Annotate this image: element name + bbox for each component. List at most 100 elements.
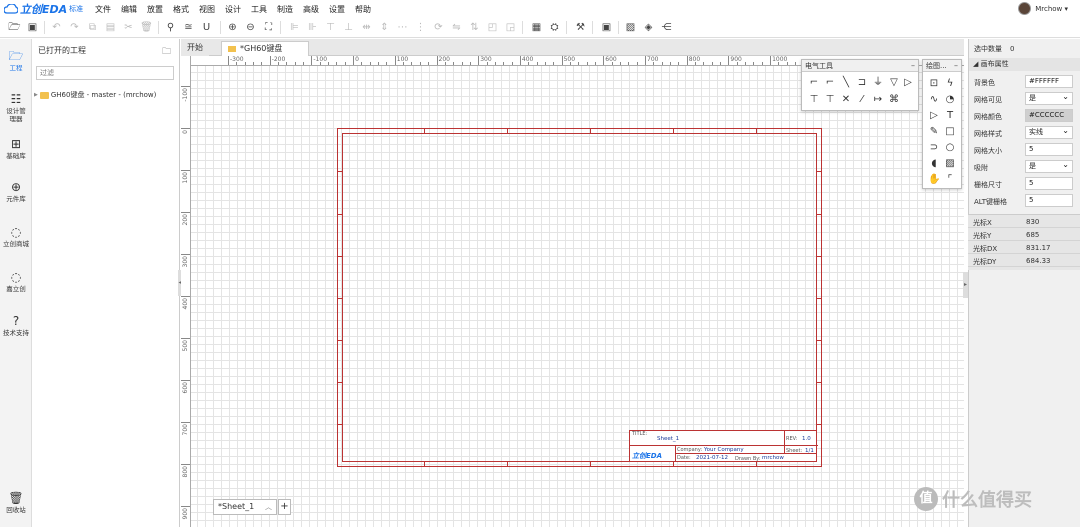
convert-pcb-icon[interactable]: ▦ xyxy=(530,21,543,34)
ground-icon[interactable]: ⏚ xyxy=(872,77,884,89)
origin-icon[interactable]: ⌜ xyxy=(944,174,956,186)
image-icon[interactable]: ▨ xyxy=(944,158,956,170)
circle-icon[interactable]: ○ xyxy=(944,142,956,154)
align-vcenter-icon[interactable]: ⇕ xyxy=(378,21,391,34)
rail-item-basic-library[interactable]: ⊞ 基础库 xyxy=(0,137,32,160)
send-back-icon[interactable]: ◲ xyxy=(504,21,517,34)
menu-place[interactable]: 放置 xyxy=(142,4,168,15)
fit-view-icon[interactable]: ⛶ xyxy=(262,21,275,34)
align-left-icon[interactable]: ⊫ xyxy=(288,21,301,34)
copy-icon[interactable]: ⧉ xyxy=(86,21,99,34)
bring-front-icon[interactable]: ◰ xyxy=(486,21,499,34)
chevron-up-icon[interactable]: ︿ xyxy=(265,500,272,514)
junction-icon[interactable]: ⌘ xyxy=(888,94,900,106)
layers-icon[interactable]: ◈ xyxy=(642,21,655,34)
arrow-icon[interactable]: ▷ xyxy=(928,110,940,122)
bus-icon[interactable]: ⌐ xyxy=(824,77,836,89)
vcc-icon[interactable]: ⊤ xyxy=(808,94,820,106)
tab-schematic[interactable]: *GH60键盘 xyxy=(221,41,309,56)
prop-value-select[interactable]: 是 xyxy=(1025,159,1073,173)
align-bottom-icon[interactable]: ⊥ xyxy=(342,21,355,34)
rail-item-design-manager[interactable]: ☷ 设计管理器 xyxy=(0,92,32,123)
arc-icon[interactable]: ◔ xyxy=(944,94,956,106)
rail-item-component-library[interactable]: ⊕ 元件库 xyxy=(0,180,32,203)
panel-header[interactable]: 电气工具 – xyxy=(802,60,918,72)
menu-fabrication[interactable]: 制造 xyxy=(272,4,298,15)
rail-item-project[interactable]: 🗁 工程 xyxy=(0,49,32,72)
power-icon[interactable]: ⊤ xyxy=(824,94,836,106)
rail-item-jlc[interactable]: ◌ 嘉立创 xyxy=(0,270,32,293)
netport-icon[interactable]: ▽ xyxy=(888,77,900,89)
open-project-folder-icon[interactable]: 🗀 xyxy=(162,44,171,60)
rail-item-lcsc-mall[interactable]: ◌ 立创商城 xyxy=(0,225,32,248)
bom-icon[interactable]: ⛭ xyxy=(548,21,561,34)
share-icon[interactable]: ⋲ xyxy=(660,21,673,34)
menu-design[interactable]: 设计 xyxy=(220,4,246,15)
prop-value-input[interactable]: 5 xyxy=(1025,177,1073,190)
menu-settings[interactable]: 设置 xyxy=(324,4,350,15)
menu-tools[interactable]: 工具 xyxy=(246,4,272,15)
no-connect-icon[interactable]: ✕ xyxy=(840,94,852,106)
polyline-icon[interactable]: ⊡ xyxy=(928,78,940,90)
rectangle-icon[interactable]: □ xyxy=(944,126,956,138)
bezier-icon[interactable]: ∿ xyxy=(928,94,940,106)
wire-icon[interactable]: ⌐ xyxy=(808,77,820,89)
menu-format[interactable]: 格式 xyxy=(168,4,194,15)
prop-value-select[interactable]: 实线 xyxy=(1025,125,1073,139)
rail-item-recycle-bin[interactable]: 🗑 回收站 xyxy=(0,491,32,514)
prop-value-input[interactable]: 5 xyxy=(1025,143,1073,156)
project-tree-item[interactable]: ▶ GH60键盘 - master - (mrchow) xyxy=(34,90,156,100)
pie-icon[interactable]: ◖ xyxy=(928,158,940,170)
document-icon[interactable]: ▣ xyxy=(600,21,613,34)
zoom-out-icon[interactable]: ⊖ xyxy=(244,21,257,34)
rail-item-support[interactable]: ? 技术支持 xyxy=(0,314,32,337)
text-format-icon[interactable]: U xyxy=(200,21,213,34)
panel-header[interactable]: 绘图... – xyxy=(923,60,961,72)
net-flag-icon[interactable]: ▷ xyxy=(902,77,914,89)
find-replace-icon[interactable]: ≅ xyxy=(182,21,195,34)
prop-value-select[interactable]: 是 xyxy=(1025,91,1073,105)
lightning-icon[interactable]: ϟ xyxy=(944,78,956,90)
align-hcenter-icon[interactable]: ⇹ xyxy=(360,21,373,34)
hand-pan-icon[interactable]: ✋ xyxy=(928,174,940,186)
prop-value-input[interactable]: #FFFFFF xyxy=(1025,75,1073,88)
save-icon[interactable]: ▣ xyxy=(26,21,39,34)
flip-h-icon[interactable]: ⇋ xyxy=(450,21,463,34)
menu-help[interactable]: 帮助 xyxy=(350,4,376,15)
sheet-tab[interactable]: *Sheet_1 ︿ xyxy=(213,499,277,515)
user-menu[interactable]: Mrchow ▾ xyxy=(1018,2,1068,15)
undo-icon[interactable]: ↶ xyxy=(50,21,63,34)
menu-advanced[interactable]: 高级 xyxy=(298,4,324,15)
align-right-icon[interactable]: ⊪ xyxy=(306,21,319,34)
expand-triangle-icon[interactable]: ▶ xyxy=(34,92,38,98)
net-label-icon[interactable]: ⊐ xyxy=(856,77,868,89)
add-sheet-button[interactable]: + xyxy=(278,499,291,515)
image-icon[interactable]: ▨ xyxy=(624,21,637,34)
tab-start[interactable]: 开始 xyxy=(181,41,209,56)
prop-value-color[interactable]: #CCCCCC xyxy=(1025,109,1073,122)
probe-icon[interactable]: ⁄ xyxy=(856,94,868,106)
text-icon[interactable]: T xyxy=(944,110,956,122)
freehand-icon[interactable]: ✎ xyxy=(928,126,940,138)
minimize-icon[interactable]: – xyxy=(954,60,958,72)
align-top-icon[interactable]: ⊤ xyxy=(324,21,337,34)
polygon-icon[interactable]: ⊃ xyxy=(928,142,940,154)
menu-file[interactable]: 文件 xyxy=(90,4,116,15)
redo-icon[interactable]: ↷ xyxy=(68,21,81,34)
zoom-in-icon[interactable]: ⊕ xyxy=(226,21,239,34)
bus-entry-icon[interactable]: ╲ xyxy=(840,77,852,89)
filter-input[interactable] xyxy=(36,66,174,80)
rotate-icon[interactable]: ⟳ xyxy=(432,21,445,34)
pin-icon[interactable]: ↦ xyxy=(872,94,884,106)
search-icon[interactable]: ⚲ xyxy=(164,21,177,34)
minimize-icon[interactable]: – xyxy=(911,60,915,72)
section-header[interactable]: ◢ 画布属性 xyxy=(969,58,1080,71)
netlist-icon[interactable]: ⚒ xyxy=(574,21,587,34)
prop-value-input[interactable]: 5 xyxy=(1025,194,1073,207)
paste-icon[interactable]: ▤ xyxy=(104,21,117,34)
open-folder-icon[interactable]: 🗁 xyxy=(8,21,21,34)
flip-v-icon[interactable]: ⇅ xyxy=(468,21,481,34)
menu-edit[interactable]: 编辑 xyxy=(116,4,142,15)
cut-icon[interactable]: ✂ xyxy=(122,21,135,34)
delete-icon[interactable]: 🗑 xyxy=(140,21,153,34)
